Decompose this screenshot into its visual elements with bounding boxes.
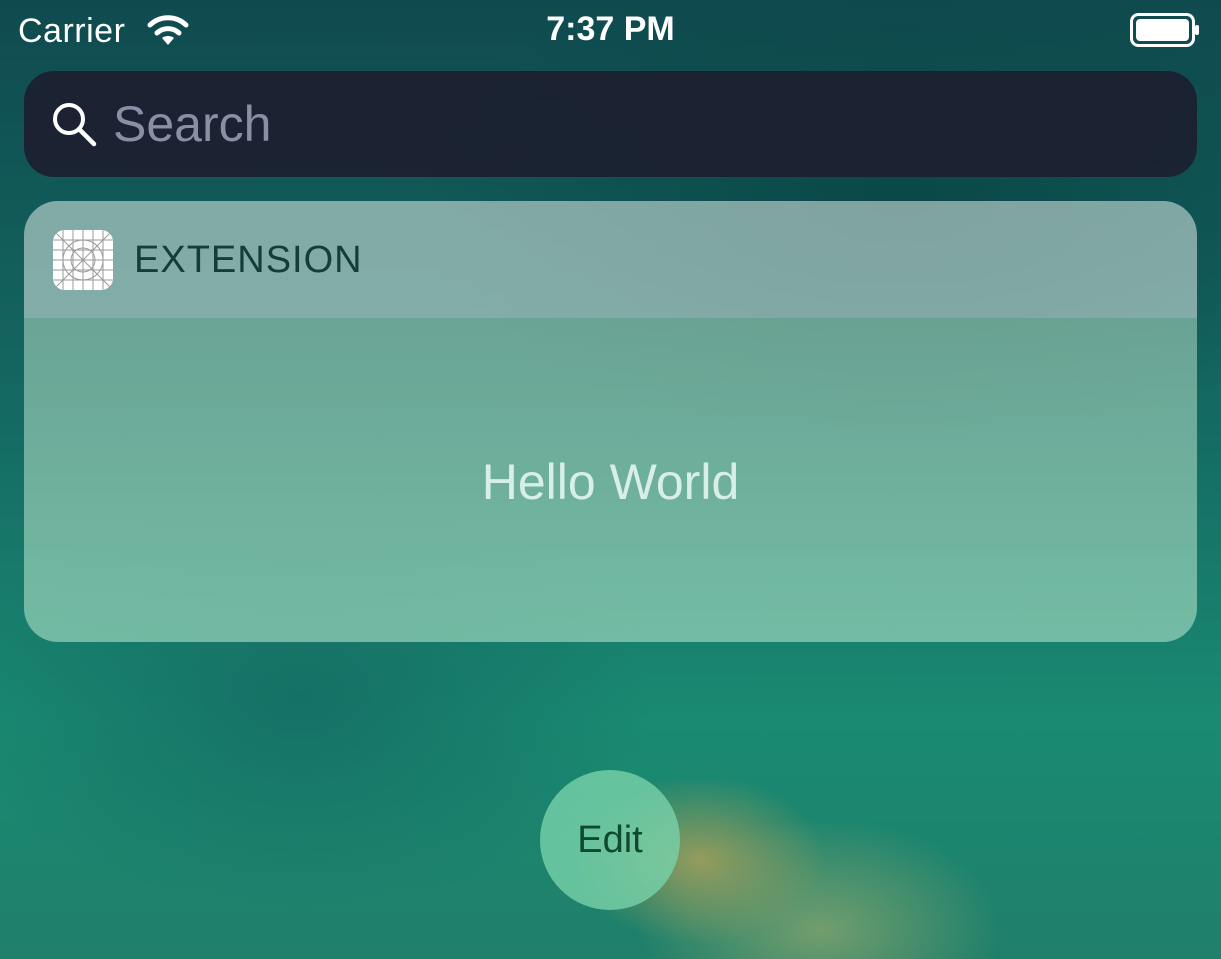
widget-title: EXTENSION bbox=[134, 239, 363, 281]
clock: 7:37 PM bbox=[546, 10, 675, 48]
hello-world-label: Hello World bbox=[481, 454, 740, 510]
widget-body: Hello World bbox=[24, 318, 1197, 642]
status-bar: Carrier 7:37 PM bbox=[0, 0, 1221, 62]
edit-button[interactable]: Edit bbox=[540, 770, 680, 910]
search-input[interactable] bbox=[113, 92, 1173, 156]
app-placeholder-icon bbox=[53, 230, 113, 290]
battery-icon bbox=[1130, 13, 1199, 47]
search-icon bbox=[53, 103, 97, 147]
widget-header[interactable]: EXTENSION bbox=[24, 201, 1197, 318]
extension-widget[interactable]: EXTENSION Hello World bbox=[24, 201, 1197, 642]
